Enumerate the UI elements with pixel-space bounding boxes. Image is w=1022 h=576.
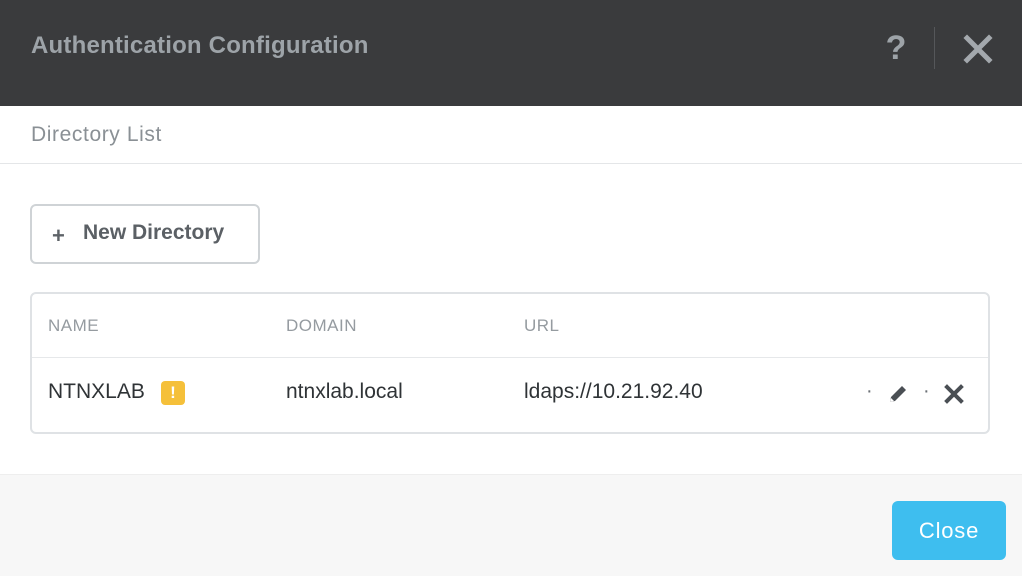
warning-icon[interactable]: ! xyxy=(161,381,185,405)
new-directory-button[interactable]: + New Directory xyxy=(30,204,260,264)
help-icon[interactable]: ? xyxy=(880,28,912,68)
titlebar-divider xyxy=(934,27,935,69)
delete-x-icon[interactable] xyxy=(944,384,964,404)
section-title: Directory List xyxy=(31,123,162,146)
new-directory-label: New Directory xyxy=(83,221,225,244)
column-header-domain: DOMAIN xyxy=(286,316,357,335)
action-separator: · xyxy=(866,380,873,402)
plus-icon: + xyxy=(52,223,65,248)
close-button[interactable]: Close xyxy=(892,501,1006,560)
action-separator: · xyxy=(923,380,930,402)
close-icon[interactable] xyxy=(962,33,994,65)
directory-table: NAME DOMAIN URL NTNXLAB ! ntnxlab.local … xyxy=(30,292,990,434)
section-header: Directory List xyxy=(0,106,1022,164)
dialog-titlebar: Authentication Configuration ? xyxy=(0,0,1022,106)
directory-url: ldaps://10.21.92.40 xyxy=(524,380,703,403)
edit-pencil-icon[interactable] xyxy=(887,383,909,405)
directory-name: NTNXLAB xyxy=(48,380,145,403)
column-header-url: URL xyxy=(524,316,560,335)
column-header-name: NAME xyxy=(48,316,100,335)
directory-domain: ntnxlab.local xyxy=(286,380,403,403)
dialog-footer: Close xyxy=(0,474,1022,576)
row-divider xyxy=(32,357,988,358)
dialog-title: Authentication Configuration xyxy=(31,32,369,59)
